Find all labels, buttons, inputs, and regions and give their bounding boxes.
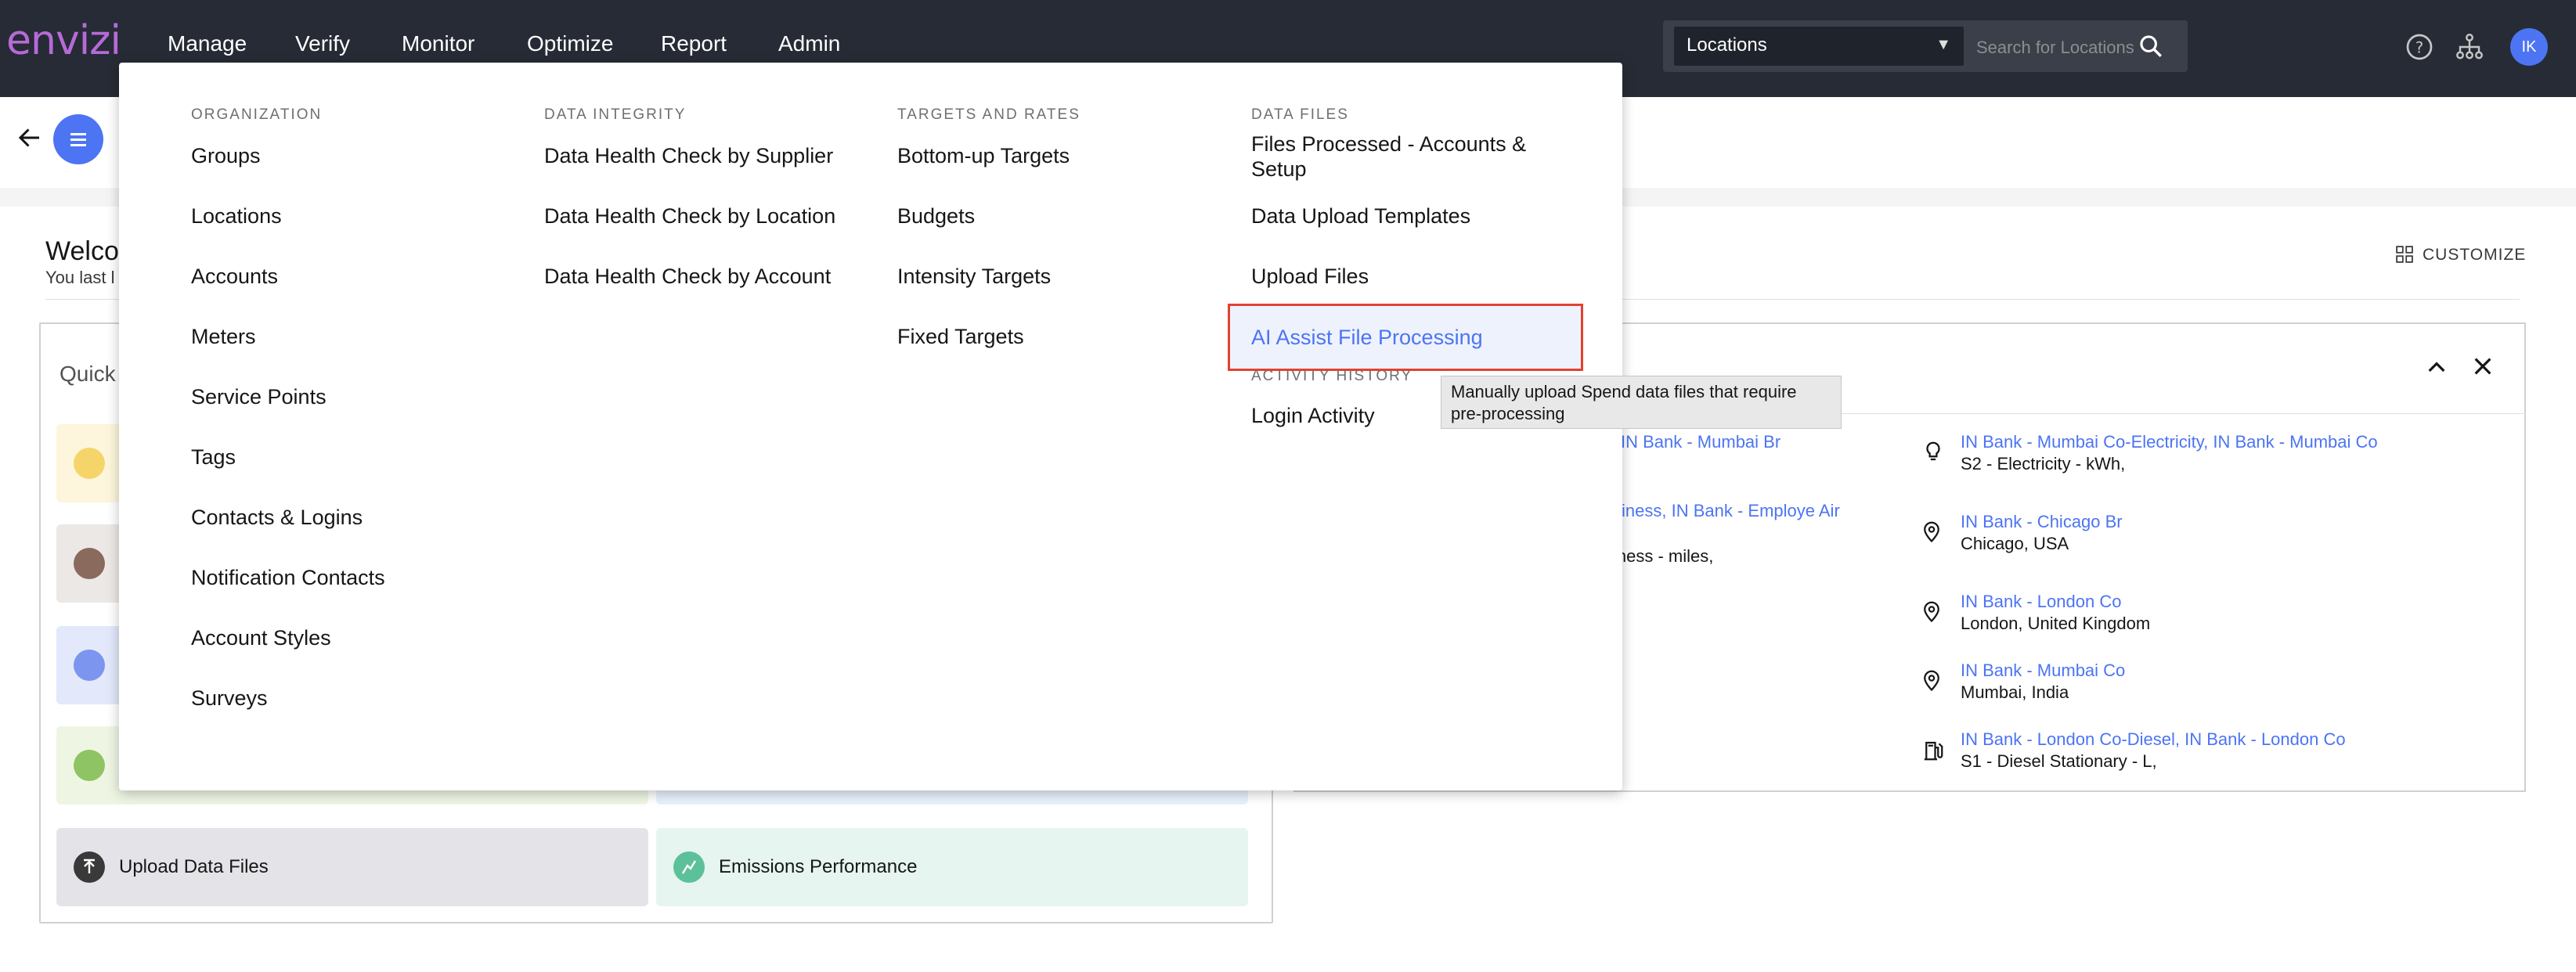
recent-item-sub: S2 - Electricity - kWh, <box>1961 454 2126 473</box>
caret-down-icon: ▼ <box>1936 36 1951 53</box>
menu-item-contacts-logins[interactable]: Contacts & Logins <box>191 506 363 530</box>
recent-item-link[interactable]: IN Bank - Mumbai Br <box>1621 432 1780 452</box>
menu-item-ai-assist-file-processing[interactable]: AI Assist File Processing <box>1251 326 1483 350</box>
menu-item-login-activity[interactable]: Login Activity <box>1251 404 1375 428</box>
nav-optimize[interactable]: Optimize <box>527 31 613 56</box>
recent-item-sub: Mumbai, India <box>1961 682 2069 702</box>
menu-item-fixed-targets[interactable]: Fixed Targets <box>897 325 1024 349</box>
recent-item-sub: London, United Kingdom <box>1961 614 2151 633</box>
menu-item-surveys[interactable]: Surveys <box>191 686 268 711</box>
search-doc-icon <box>74 750 105 781</box>
recent-item-sub: iness - miles, <box>1613 546 1714 566</box>
chart-icon <box>74 448 105 479</box>
emissions-icon <box>673 851 705 883</box>
welcome-heading: Welco <box>45 236 119 266</box>
menu-item-data-upload-templates[interactable]: Data Upload Templates <box>1251 204 1470 229</box>
emissions-performance-label: Emissions Performance <box>719 856 918 877</box>
menu-toggle-button[interactable] <box>53 114 103 164</box>
menu-item-bottom-up-targets[interactable]: Bottom-up Targets <box>897 144 1070 168</box>
menu-item-health-check-location[interactable]: Data Health Check by Location <box>544 204 835 229</box>
target-icon <box>74 548 105 579</box>
recent-item-sub: Chicago, USA <box>1961 534 2069 553</box>
menu-item-service-points[interactable]: Service Points <box>191 385 327 409</box>
location-pin-icon <box>1924 601 1939 623</box>
svg-text:?: ? <box>2415 39 2423 57</box>
upload-icon <box>74 851 105 883</box>
menu-item-accounts[interactable]: Accounts <box>191 265 278 289</box>
location-type-select[interactable]: Locations ▼ <box>1674 27 1964 66</box>
back-arrow-icon[interactable] <box>16 124 44 152</box>
menu-item-account-styles[interactable]: Account Styles <box>191 626 331 650</box>
manage-mega-menu: ORGANIZATION Groups Locations Accounts M… <box>119 63 1622 790</box>
location-type-value: Locations <box>1687 34 1767 56</box>
help-icon[interactable]: ? <box>2405 33 2433 61</box>
emissions-performance-tile[interactable]: Emissions Performance <box>656 828 1248 906</box>
menu-item-notification-contacts[interactable]: Notification Contacts <box>191 566 385 590</box>
location-pin-icon <box>1924 521 1939 543</box>
menu-item-meters[interactable]: Meters <box>191 325 256 349</box>
menu-item-budgets[interactable]: Budgets <box>897 204 975 229</box>
close-icon[interactable] <box>2470 354 2495 379</box>
menu-item-intensity-targets[interactable]: Intensity Targets <box>897 265 1051 289</box>
quick-links-title: Quick l <box>60 362 127 386</box>
last-login-text: You last l <box>45 268 115 287</box>
search-icon[interactable] <box>2138 33 2164 59</box>
recent-item-sub: S1 - Diesel Stationary - L, <box>1961 751 2157 771</box>
menu-item-tags[interactable]: Tags <box>191 445 236 470</box>
menu-item-health-check-supplier[interactable]: Data Health Check by Supplier <box>544 144 833 168</box>
lightbulb-icon <box>1926 441 1940 461</box>
location-search-bar: Locations ▼ Search for Locations <box>1663 20 2188 72</box>
org-hierarchy-icon[interactable] <box>2455 33 2484 61</box>
targets-heading: TARGETS AND RATES <box>897 106 1081 123</box>
organization-heading: ORGANIZATION <box>191 106 323 123</box>
nav-admin[interactable]: Admin <box>778 31 840 56</box>
data-files-heading: DATA FILES <box>1251 106 1349 123</box>
customize-button[interactable]: CUSTOMIZE <box>2390 238 2527 272</box>
nav-monitor[interactable]: Monitor <box>402 31 474 56</box>
nav-verify[interactable]: Verify <box>295 31 350 56</box>
tooltip: Manually upload Spend data files that re… <box>1441 376 1842 429</box>
upload-data-files-tile[interactable]: Upload Data Files <box>56 828 648 906</box>
fuel-pump-icon <box>1924 741 1943 761</box>
menu-item-files-processed[interactable]: Files Processed - Accounts & Setup <box>1251 131 1549 182</box>
recent-item-link[interactable]: IN Bank - London Co <box>1961 592 2121 612</box>
chevron-up-icon[interactable] <box>2424 355 2449 380</box>
nav-manage[interactable]: Manage <box>168 31 247 56</box>
menu-item-upload-files[interactable]: Upload Files <box>1251 265 1369 289</box>
location-pin-icon <box>1924 670 1939 692</box>
upload-data-files-label: Upload Data Files <box>119 856 269 877</box>
user-avatar[interactable]: IK <box>2510 28 2548 66</box>
recent-item-link[interactable]: IN Bank - Mumbai Co <box>1961 661 2125 681</box>
recent-item-link[interactable]: IN Bank - Chicago Br <box>1961 512 2123 532</box>
menu-item-health-check-account[interactable]: Data Health Check by Account <box>544 265 831 289</box>
recent-item-link[interactable]: IN Bank - Mumbai Co-Electricity, IN Bank… <box>1961 432 2378 452</box>
report-icon <box>74 650 105 681</box>
customize-label: CUSTOMIZE <box>2423 246 2527 264</box>
recent-item-link[interactable]: siness, IN Bank - Employe Air <box>1613 501 1840 521</box>
nav-report[interactable]: Report <box>661 31 727 56</box>
envizi-logo[interactable]: envizi <box>6 17 121 64</box>
data-integrity-heading: DATA INTEGRITY <box>544 106 687 123</box>
grid-icon <box>2396 246 2413 263</box>
menu-item-locations[interactable]: Locations <box>191 204 282 229</box>
recent-item-link[interactable]: IN Bank - London Co-Diesel, IN Bank - Lo… <box>1961 729 2346 750</box>
menu-item-groups[interactable]: Groups <box>191 144 261 168</box>
